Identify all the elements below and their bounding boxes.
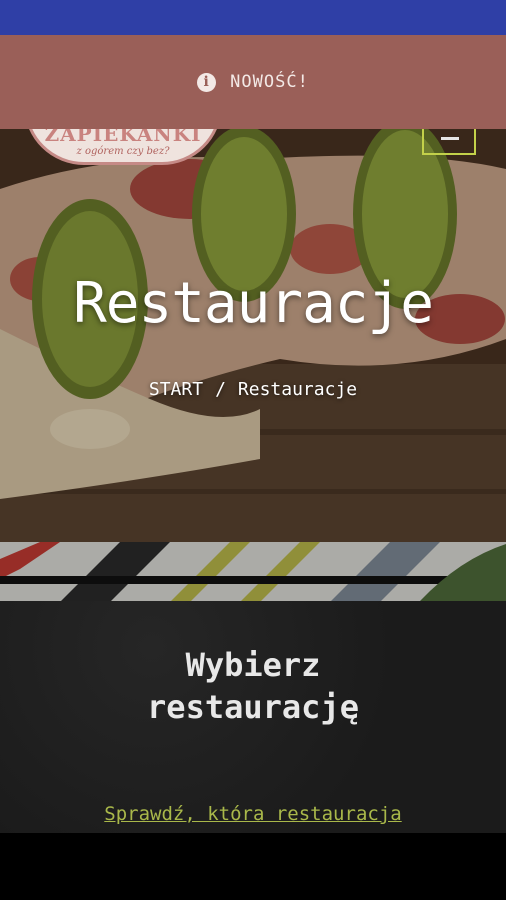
restaurant-select-section: Wybierz restaurację Sprawdź, która resta… (0, 601, 506, 833)
menu-button[interactable] (422, 129, 476, 155)
section-title-line-1: Wybierz (185, 646, 321, 684)
announcement-bar[interactable]: i NOWOŚĆ! (0, 35, 506, 129)
logo-tagline: z ogórem czy bez? (76, 146, 170, 157)
breadcrumb-current: Restauracje (237, 379, 358, 400)
section-title-line-2: restaurację (147, 687, 359, 726)
info-icon: i (197, 72, 217, 92)
breadcrumb: START / Restauracje (0, 379, 506, 400)
breadcrumb-home-link[interactable]: START (149, 379, 203, 400)
hero-overlay (0, 129, 506, 601)
status-bar (0, 0, 506, 35)
hamburger-icon (441, 137, 459, 140)
breadcrumb-separator: / (215, 379, 226, 400)
check-restaurant-link[interactable]: Sprawdź, która restauracja (0, 803, 506, 825)
navigation-bar (0, 833, 506, 900)
announcement-text: NOWOŚĆ! (230, 72, 309, 92)
hero-banner: ZAPIEKANKI z ogórem czy bez? Restauracje… (0, 129, 506, 601)
logo-brand: ZAPIEKANKI (44, 129, 202, 146)
page-title: Restauracje (73, 271, 434, 336)
section-title: Wybierz restaurację (0, 645, 506, 728)
